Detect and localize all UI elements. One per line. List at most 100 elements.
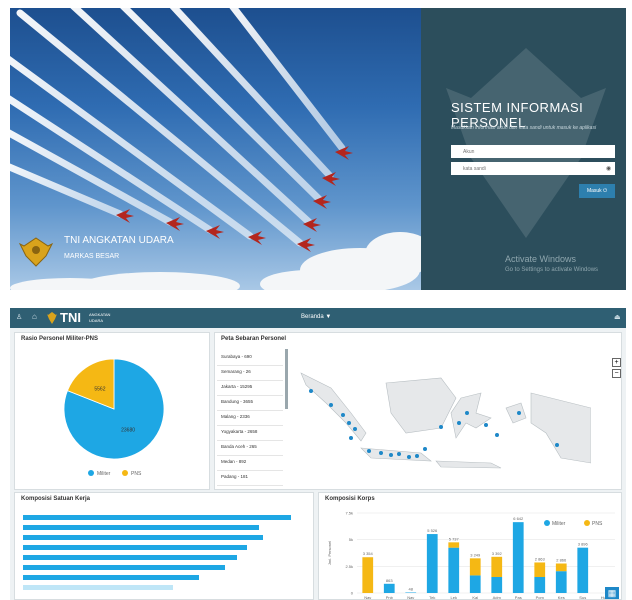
y-tick-label: 2.5k — [345, 564, 353, 569]
bar-pns[interactable] — [362, 557, 374, 593]
legend-militer-label: Militer — [552, 521, 566, 527]
bar-value-label: 3 896 — [578, 542, 589, 547]
bar-militer[interactable] — [534, 577, 546, 593]
map-marker[interactable] — [495, 433, 499, 437]
brand-subtitle: MARKAS BESAR — [64, 253, 120, 260]
bar-value-label: 3 392 — [492, 551, 503, 556]
city-list-divider — [217, 470, 283, 471]
bar-pns[interactable] — [534, 562, 546, 577]
bar-pns[interactable] — [555, 563, 567, 572]
bar-militer[interactable] — [426, 534, 438, 593]
bar-value-label: 2 866 — [556, 557, 567, 562]
korps-card: Komposisi Korps Jml. Personel 0 2.5k 5k 7.5k… — [318, 492, 622, 600]
city-list-item[interactable]: Bandung - 3655 — [221, 399, 253, 404]
city-list-item[interactable]: Padang - 181 — [221, 474, 248, 479]
login-button[interactable]: Masuk ⏻ — [579, 184, 615, 198]
x-tick-label: Lek — [451, 595, 457, 600]
logout-icon[interactable]: ⏏ — [614, 313, 621, 321]
city-list-divider — [217, 410, 283, 411]
bar-pns[interactable] — [491, 556, 503, 577]
map-card: Peta Sebaran Personel Surabaya - 690 Sema… — [214, 332, 622, 490]
x-tick-label: Pnb — [386, 595, 394, 600]
map-marker[interactable] — [349, 436, 353, 440]
zoom-out-button[interactable]: − — [612, 369, 621, 378]
city-list-divider — [217, 380, 283, 381]
map-marker[interactable] — [367, 449, 371, 453]
x-tick-label: Nav — [364, 595, 371, 600]
ratio-card: Rasio Personel Militer-PNS 23680 5562 Mil… — [14, 332, 210, 490]
map-card-title: Peta Sebaran Personel — [221, 336, 287, 342]
grid-menu-icon[interactable]: ▦ — [605, 587, 619, 599]
legend-militer-swatch — [88, 470, 94, 476]
map-marker[interactable] — [423, 447, 427, 451]
city-list-item[interactable]: Semarang - 26 — [221, 369, 251, 374]
map-marker[interactable] — [517, 411, 521, 415]
legend-pns-swatch — [584, 520, 590, 526]
bar-pns[interactable] — [448, 542, 460, 548]
login-button-label: Masuk — [586, 188, 602, 194]
bar-value-label: 5 737 — [449, 536, 460, 541]
login-panel: SISTEM INFORMASI PERSONEL Masukkan infor… — [421, 8, 626, 290]
city-list-item[interactable]: Jakarta - 15295 — [221, 384, 252, 389]
bar-pns[interactable] — [469, 558, 481, 576]
satuan-bar — [23, 555, 237, 560]
bar-militer[interactable] — [555, 571, 567, 593]
map-marker[interactable] — [341, 413, 345, 417]
user-icon[interactable]: ♙ — [16, 313, 22, 321]
home-icon[interactable]: ⌂ — [32, 312, 37, 321]
city-list-scrollbar[interactable] — [285, 349, 288, 409]
bar-militer[interactable] — [491, 577, 503, 593]
satuan-kerja-card-title: Komposisi Satuan Kerja — [21, 496, 91, 502]
map-marker[interactable] — [347, 421, 351, 425]
x-tick-label: Pom — [536, 595, 545, 600]
bar-value-label: 3 249 — [470, 552, 481, 557]
eye-icon[interactable]: ◉ — [606, 165, 611, 172]
bar-militer[interactable] — [577, 547, 589, 593]
map-marker[interactable] — [309, 389, 313, 393]
bar-militer[interactable] — [469, 575, 481, 593]
map-marker[interactable] — [484, 423, 488, 427]
map-marker[interactable] — [353, 427, 357, 431]
map-marker[interactable] — [555, 443, 559, 447]
zoom-in-button[interactable]: + — [612, 358, 621, 367]
map-marker[interactable] — [397, 452, 401, 456]
bar-value-label: 6 642 — [513, 516, 524, 521]
map-marker[interactable] — [415, 454, 419, 458]
city-list-item[interactable]: Surabaya - 690 — [221, 354, 252, 359]
korps-bar-chart: Jml. Personel 0 2.5k 5k 7.5k 3 354 Nav 863 Pnb 48… — [327, 511, 615, 600]
x-tick-label: Nav — [407, 595, 414, 600]
map-marker[interactable] — [439, 425, 443, 429]
satuan-kerja-card: Komposisi Satuan Kerja — [14, 492, 314, 600]
x-tick-label: Sus — [579, 595, 586, 600]
satuan-bar — [23, 545, 247, 550]
pie-slice-label: 23680 — [121, 428, 135, 434]
satuan-bar — [23, 585, 173, 590]
username-field[interactable] — [451, 145, 615, 158]
logo-emblem — [47, 312, 57, 324]
legend-pns-label: PNS — [592, 521, 603, 527]
password-field[interactable] — [451, 162, 615, 175]
city-list-item[interactable]: Yogyakarta - 2658 — [221, 429, 257, 434]
city-list-divider — [217, 365, 283, 366]
map-marker[interactable] — [379, 451, 383, 455]
map-marker[interactable] — [407, 455, 411, 459]
map-marker[interactable] — [389, 453, 393, 457]
y-axis-label: Jml. Personel — [327, 541, 332, 565]
satuan-bar — [23, 575, 199, 580]
bar-militer[interactable] — [383, 583, 395, 593]
map-marker[interactable] — [457, 421, 461, 425]
bar-value-label: 5 526 — [427, 528, 438, 533]
map-marker[interactable] — [465, 411, 469, 415]
bar-militer[interactable] — [405, 592, 417, 593]
bar-value-label: 48 — [409, 586, 414, 591]
bar-militer[interactable] — [448, 547, 460, 593]
pie-chart: 23680 5562 Militer PNS — [63, 358, 165, 477]
city-list-item[interactable]: Medan - 892 — [221, 459, 246, 464]
map-marker[interactable] — [329, 403, 333, 407]
bar-militer[interactable] — [512, 522, 524, 593]
x-tick-label: Kal — [472, 595, 478, 600]
nav-menu-beranda[interactable]: Beranda ▼ — [301, 314, 331, 320]
city-list-item[interactable]: Malang - 2336 — [221, 414, 250, 419]
city-list-item[interactable]: Banda Aceh - 265 — [221, 444, 257, 449]
tni-au-emblem — [18, 237, 54, 267]
